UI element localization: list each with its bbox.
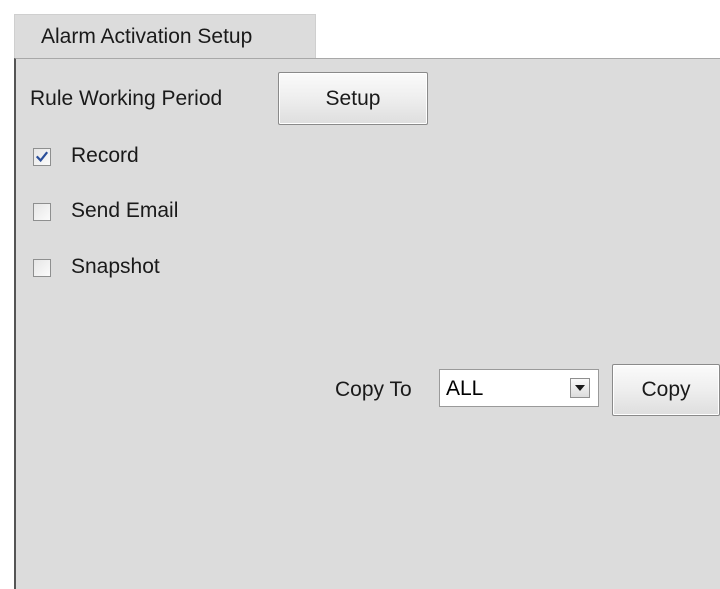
setup-button[interactable]: Setup bbox=[278, 72, 428, 125]
record-label: Record bbox=[71, 144, 139, 167]
copy-to-select[interactable]: ALL bbox=[439, 369, 599, 407]
copy-button[interactable]: Copy bbox=[612, 364, 720, 416]
send-email-label: Send Email bbox=[71, 199, 179, 222]
record-checkbox[interactable] bbox=[33, 148, 51, 166]
copy-to-label: Copy To bbox=[335, 378, 412, 401]
checkmark-icon bbox=[35, 151, 49, 163]
copy-to-selected-value: ALL bbox=[446, 377, 484, 400]
alarm-activation-panel bbox=[14, 58, 720, 589]
tab-alarm-activation-setup[interactable]: Alarm Activation Setup bbox=[14, 14, 316, 59]
alarm-activation-window: Alarm Activation Setup Rule Working Peri… bbox=[0, 0, 720, 589]
snapshot-label: Snapshot bbox=[71, 255, 160, 278]
rule-working-period-label: Rule Working Period bbox=[30, 87, 223, 110]
tab-label: Alarm Activation Setup bbox=[41, 25, 253, 48]
chevron-down-icon bbox=[575, 385, 585, 391]
dropdown-arrow-button[interactable] bbox=[570, 378, 590, 398]
snapshot-checkbox[interactable] bbox=[33, 259, 51, 277]
send-email-checkbox[interactable] bbox=[33, 203, 51, 221]
